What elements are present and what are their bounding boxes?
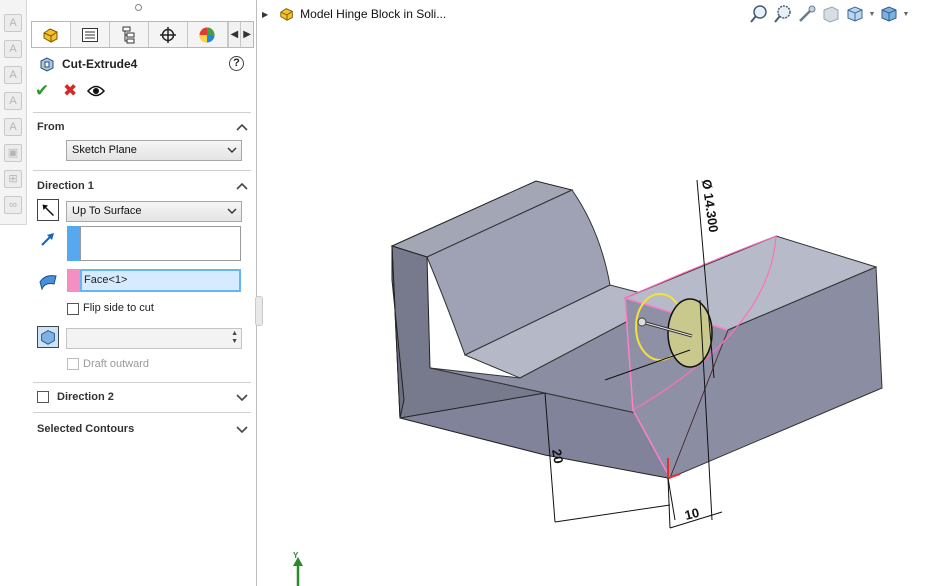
flip-side-label: Flip side to cut [83, 302, 154, 314]
divider [33, 382, 251, 383]
surface-finish-icon[interactable]: A [4, 118, 22, 136]
divider [33, 112, 251, 113]
help-icon[interactable]: ? [229, 56, 244, 71]
tab-propertymanager[interactable] [71, 22, 111, 47]
command-icon-strip: A A A A A ▣ ⊞ ∞ [0, 0, 27, 225]
weld-symbol-icon[interactable]: ▣ [4, 144, 22, 162]
dropdown-arrow-icon[interactable]: ▼ [902, 4, 910, 24]
balloon-icon[interactable]: A [4, 66, 22, 84]
triad-y-label: Y [293, 551, 299, 560]
section-view-icon[interactable] [820, 4, 842, 24]
smart-dimension-icon[interactable]: A [4, 40, 22, 58]
previous-view-icon[interactable] [796, 4, 818, 24]
view-orientation-icon[interactable] [844, 4, 866, 24]
tab-configurationmanager[interactable] [110, 22, 150, 47]
preview-eye-icon[interactable] [87, 84, 105, 98]
draft-outward-label: Draft outward [83, 358, 150, 370]
tab-scroll-left-icon[interactable]: ◀ [227, 22, 241, 47]
section-contours-title: Selected Contours [37, 423, 135, 435]
chevron-down-icon[interactable] [236, 423, 248, 435]
tab-dimxpertmanager[interactable] [149, 22, 189, 47]
end-condition-select[interactable]: Up To Surface [66, 201, 242, 222]
end-condition-value: Up To Surface [72, 205, 142, 217]
divider [33, 170, 251, 171]
dimension-height[interactable]: 20 [549, 448, 566, 465]
zoom-to-area-icon[interactable] [772, 4, 794, 24]
page-title: Cut-Extrude4 [62, 57, 138, 71]
face-surface-icon [39, 275, 57, 291]
crosshair-icon [160, 26, 177, 43]
face-selection-value: Face<1> [84, 274, 128, 286]
dimension-diameter[interactable]: Ø 14.300 [699, 178, 721, 233]
configurationmanager-icon [122, 26, 135, 43]
spin-arrows-icon: ▲ ▼ [231, 330, 238, 345]
ok-button[interactable]: ✔ [35, 82, 49, 100]
datum-feature-icon[interactable]: ∞ [4, 196, 22, 214]
display-style-icon[interactable] [878, 4, 900, 24]
view-toolbar: ▼ ▼ [748, 3, 912, 25]
featuremanager-icon [43, 27, 58, 43]
cut-extrude-icon [40, 57, 54, 72]
propertymanager-icon [82, 27, 99, 42]
face-color-swatch [67, 269, 80, 292]
manager-tabs: ◀ ▶ [31, 21, 254, 48]
direction-color-swatch [67, 226, 80, 261]
tab-scroll-right-icon[interactable]: ▶ [240, 22, 253, 47]
reverse-direction-icon[interactable] [37, 199, 59, 221]
panel-handle[interactable] [135, 4, 142, 11]
flip-side-checkbox[interactable] [67, 303, 79, 315]
face-selection-box[interactable]: Face<1> [80, 269, 241, 292]
expand-arrow-icon[interactable]: ▶ [262, 10, 268, 19]
direction2-checkbox[interactable] [37, 391, 49, 403]
dropdown-arrow-icon[interactable]: ▼ [868, 4, 876, 24]
draft-outward-checkbox [67, 358, 79, 370]
section-direction1-title: Direction 1 [37, 180, 94, 192]
direction-vector-icon [41, 233, 54, 246]
dimension-width[interactable]: 10 [683, 505, 701, 523]
feature-tree-header[interactable]: ▶ Model Hinge Block in Soli... [262, 5, 446, 23]
feature-title-row: Cut-Extrude4 ? [37, 56, 247, 74]
action-buttons: ✔ ✖ [35, 82, 125, 102]
cancel-button[interactable]: ✖ [63, 82, 77, 100]
draft-angle-spinbox: ▲ ▼ [66, 328, 242, 349]
direction-selection-box[interactable] [80, 226, 241, 261]
chevron-down-icon[interactable] [236, 391, 248, 403]
chevron-up-icon[interactable] [236, 180, 248, 192]
hole-callout-icon[interactable]: ⊞ [4, 170, 22, 188]
section-from-title: From [37, 121, 65, 133]
from-select[interactable]: Sketch Plane [66, 140, 242, 161]
chevron-down-icon [227, 147, 237, 153]
part-icon [280, 8, 293, 21]
autoballoon-icon[interactable]: A [4, 92, 22, 110]
tab-displaymanager[interactable] [188, 22, 228, 47]
draft-icon[interactable] [37, 326, 59, 348]
zoom-to-fit-icon[interactable] [748, 4, 770, 24]
tab-featuremanager[interactable] [32, 22, 72, 47]
tree-title: Model Hinge Block in Soli... [300, 7, 447, 21]
chevron-down-icon [227, 208, 237, 214]
hinge-block-model[interactable] [390, 180, 883, 480]
divider [33, 412, 251, 413]
section-direction2-title: Direction 2 [57, 391, 114, 403]
chevron-up-icon[interactable] [236, 121, 248, 133]
appearance-icon [199, 27, 215, 42]
from-select-value: Sketch Plane [72, 144, 137, 156]
property-manager: ◀ ▶ Cut-Extrude4 ? ✔ ✖ From Sketch Plane… [27, 0, 263, 586]
note-icon[interactable]: A [4, 14, 22, 32]
graphics-area[interactable]: 20 10 Ø 14.300 [258, 26, 935, 586]
